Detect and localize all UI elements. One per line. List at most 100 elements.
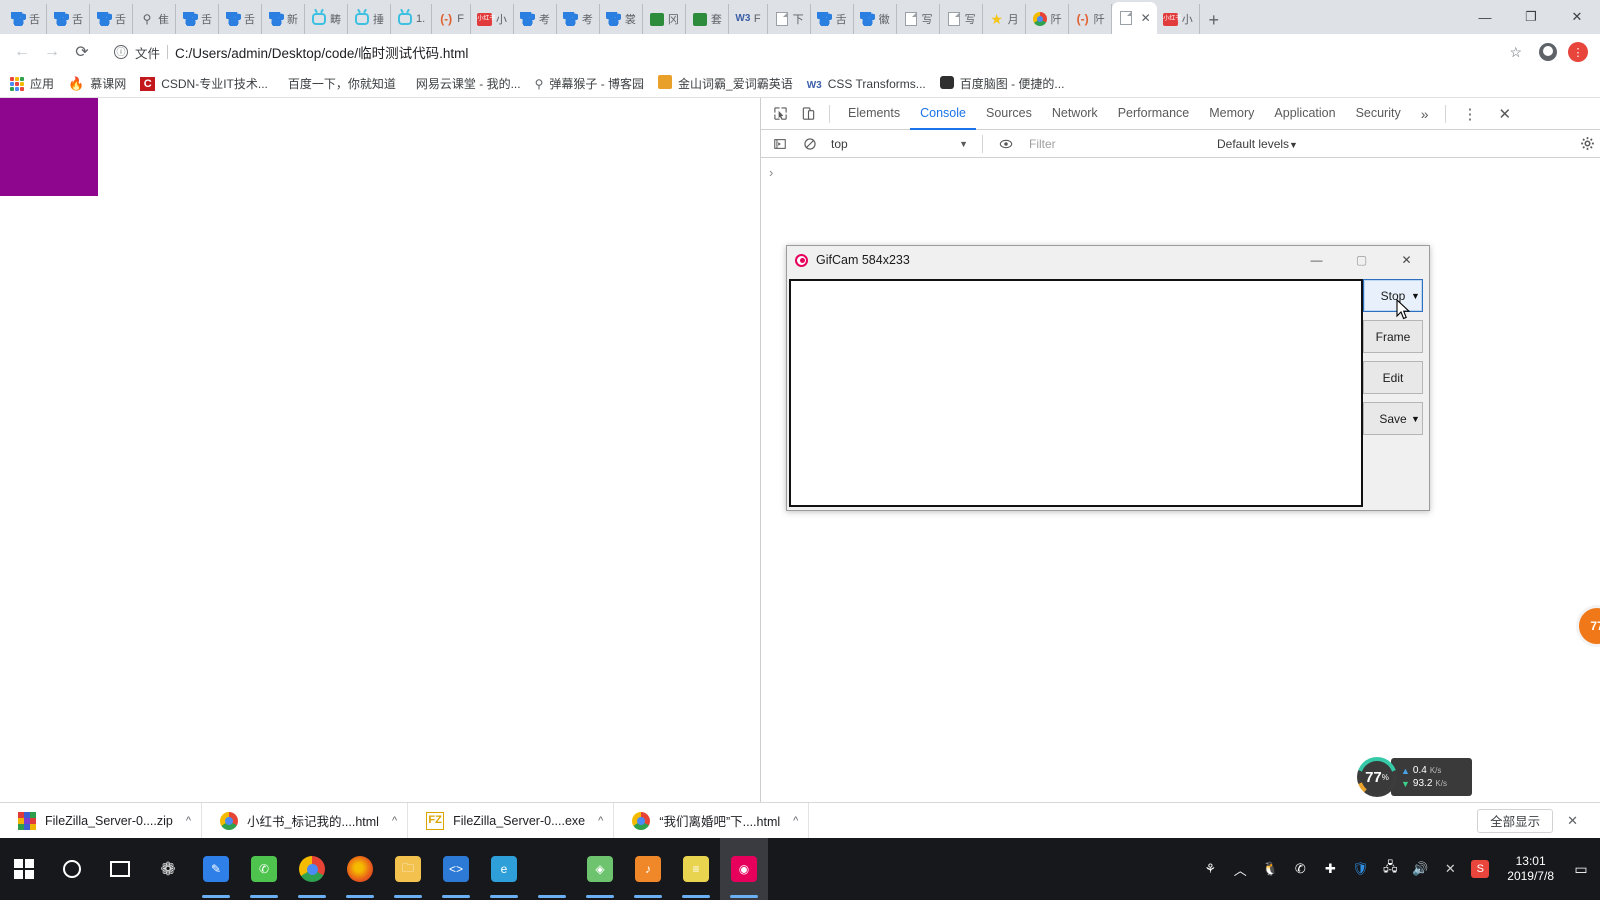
browser-tab[interactable]: 裳 bbox=[600, 4, 643, 34]
devtools-tab-sources[interactable]: Sources bbox=[976, 98, 1042, 130]
gifcam-minimize-button[interactable]: — bbox=[1294, 246, 1339, 274]
pen-input-icon[interactable]: ⚘ bbox=[1195, 838, 1225, 900]
profile-avatar[interactable] bbox=[1534, 38, 1562, 66]
browser-tab[interactable]: (-) F bbox=[432, 4, 471, 34]
devtools-tab-elements[interactable]: Elements bbox=[838, 98, 910, 130]
browser-tab[interactable]: 写 bbox=[897, 4, 940, 34]
taskbar-clock[interactable]: 13:01 2019/7/8 bbox=[1495, 854, 1566, 884]
gifcam-frame-button[interactable]: Frame bbox=[1363, 320, 1423, 353]
browser-tab[interactable]: 舌 bbox=[176, 4, 219, 34]
taskbar-notes-app-icon[interactable]: ≡ bbox=[672, 838, 720, 900]
browser-tab[interactable]: 冈 bbox=[643, 4, 686, 34]
settings-gear-icon[interactable] bbox=[1574, 131, 1600, 157]
download-item[interactable]: FileZilla_Server-0....zip ^ bbox=[0, 802, 202, 839]
browser-tab[interactable]: 畴 bbox=[305, 4, 348, 34]
network-icon[interactable]: 🖧 bbox=[1375, 838, 1405, 900]
new-tab-button[interactable]: + bbox=[1200, 6, 1228, 34]
taskbar-gifcam-icon[interactable]: ◉ bbox=[720, 838, 768, 900]
snipaste-icon[interactable]: S bbox=[1471, 860, 1490, 878]
gifcam-edit-button[interactable]: Edit bbox=[1363, 361, 1423, 394]
devtools-tab-network[interactable]: Network bbox=[1042, 98, 1108, 130]
download-menu-caret-icon[interactable]: ^ bbox=[793, 815, 798, 827]
clear-console-icon[interactable] bbox=[797, 131, 823, 157]
close-window-button[interactable]: ✕ bbox=[1554, 0, 1600, 34]
browser-tab[interactable]: ★ 月 bbox=[983, 4, 1026, 34]
execute-icon[interactable] bbox=[767, 131, 793, 157]
bookmark-star-icon[interactable]: ☆ bbox=[1509, 44, 1522, 61]
devtools-close-button[interactable]: ✕ bbox=[1489, 105, 1522, 123]
browser-tab[interactable]: 捶 bbox=[348, 4, 391, 34]
qq-icon[interactable]: 🐧 bbox=[1255, 838, 1285, 900]
log-levels-dropdown[interactable]: Default levels▼ bbox=[1217, 137, 1298, 151]
bookmark-item[interactable]: W3 CSS Transforms... bbox=[807, 77, 926, 91]
bookmark-item[interactable]: 百度一下，你就知道 bbox=[282, 75, 396, 92]
browser-tab[interactable]: W3 F bbox=[729, 4, 768, 34]
browser-tab[interactable]: 考 bbox=[514, 4, 557, 34]
device-toolbar-icon[interactable] bbox=[795, 101, 821, 127]
taskbar-design-app-icon[interactable]: ◈ bbox=[576, 838, 624, 900]
taskbar-vscode-icon[interactable]: <> bbox=[432, 838, 480, 900]
devtools-tab-performance[interactable]: Performance bbox=[1108, 98, 1200, 130]
gifcam-save-button[interactable]: Save ▼ bbox=[1363, 402, 1423, 435]
browser-tab[interactable]: 新 bbox=[262, 4, 305, 34]
chrome-menu-button[interactable]: ⋮ bbox=[1564, 38, 1592, 66]
download-menu-caret-icon[interactable]: ^ bbox=[598, 815, 603, 827]
devtools-tab-security[interactable]: Security bbox=[1346, 98, 1411, 130]
reload-button[interactable]: ⟳ bbox=[68, 38, 96, 66]
show-all-downloads-button[interactable]: 全部显示 bbox=[1477, 808, 1554, 833]
close-download-shelf-button[interactable]: ✕ bbox=[1559, 813, 1586, 829]
address-bar[interactable]: ⓘ 文件 C:/Users/admin/Desktop/code/临时测试代码.… bbox=[104, 39, 1532, 65]
minimize-window-button[interactable]: — bbox=[1462, 0, 1508, 34]
maximize-window-button[interactable]: ❐ bbox=[1508, 0, 1554, 34]
browser-tab[interactable]: 1. bbox=[391, 4, 433, 34]
task-view-button[interactable] bbox=[96, 838, 144, 900]
browser-tab[interactable]: 小红书小 bbox=[471, 4, 514, 34]
gifcam-close-button[interactable]: ✕ bbox=[1384, 246, 1429, 274]
windows-start-button[interactable] bbox=[0, 838, 48, 900]
browser-tab[interactable]: ✕ bbox=[1111, 2, 1157, 34]
taskbar-editor-icon[interactable]: ✎ bbox=[192, 838, 240, 900]
download-item[interactable]: FZ FileZilla_Server-0....exe ^ bbox=[408, 802, 615, 839]
close-tray-icon[interactable]: ✕ bbox=[1435, 838, 1465, 900]
bookmark-item[interactable]: C CSDN-专业IT技术... bbox=[140, 75, 268, 92]
taskbar-chrome-icon[interactable] bbox=[288, 838, 336, 900]
browser-tab[interactable]: 考 bbox=[557, 4, 600, 34]
browser-tab[interactable]: 阡 bbox=[1026, 4, 1069, 34]
gifcam-maximize-button[interactable]: ▢ bbox=[1339, 246, 1384, 274]
browser-tab[interactable]: 舌 bbox=[90, 4, 133, 34]
browser-tab[interactable]: ⚲ 隹 bbox=[133, 4, 176, 34]
live-expression-icon[interactable] bbox=[993, 131, 1019, 157]
browser-tab[interactable]: 舌 bbox=[4, 4, 47, 34]
bookmark-item[interactable]: 网易云课堂 - 我的... bbox=[410, 75, 521, 92]
browser-tab[interactable]: 舌 bbox=[47, 4, 90, 34]
browser-tab[interactable]: 舌 bbox=[219, 4, 262, 34]
browser-tab[interactable]: 徽 bbox=[854, 4, 897, 34]
taskbar-music-app-icon[interactable]: ♪ bbox=[624, 838, 672, 900]
back-button[interactable]: ← bbox=[8, 38, 36, 66]
inspect-element-icon[interactable] bbox=[767, 101, 793, 127]
wechat-tray-icon[interactable]: ✆ bbox=[1285, 838, 1315, 900]
execution-context-selector[interactable]: top ▼ bbox=[827, 134, 972, 154]
plus-tray-icon[interactable]: ✚ bbox=[1315, 838, 1345, 900]
download-item[interactable]: “我们离婚吧”下....html ^ bbox=[614, 802, 810, 839]
show-hidden-icons-icon[interactable]: ︿ bbox=[1225, 838, 1255, 900]
network-speed-widget[interactable]: 77% ▲ 0.4 K/s ▼ 93.2 K/s bbox=[1357, 757, 1472, 797]
volume-icon[interactable]: 🔊 bbox=[1405, 838, 1435, 900]
browser-tab[interactable]: (-) 阡 bbox=[1069, 4, 1112, 34]
gifcam-capture-area[interactable] bbox=[789, 279, 1363, 507]
bookmark-item[interactable]: 应用 bbox=[10, 75, 54, 92]
taskbar-wechat-icon[interactable]: ✆ bbox=[240, 838, 288, 900]
download-menu-caret-icon[interactable]: ^ bbox=[392, 815, 397, 827]
tab-close-icon[interactable]: ✕ bbox=[1141, 11, 1151, 25]
devtools-tab-application[interactable]: Application bbox=[1264, 98, 1345, 130]
download-menu-caret-icon[interactable]: ^ bbox=[186, 815, 191, 827]
taskbar-firefox-icon[interactable] bbox=[336, 838, 384, 900]
devtools-tab-console[interactable]: Console bbox=[910, 98, 976, 130]
taskbar-filezilla-icon[interactable] bbox=[528, 838, 576, 900]
browser-tab[interactable]: 写 bbox=[940, 4, 983, 34]
action-center-icon[interactable]: ▭ bbox=[1566, 838, 1596, 900]
tencent-shield-icon[interactable]: 🛡 bbox=[1345, 838, 1375, 900]
devtools-settings-menu-button[interactable]: ⋮ bbox=[1454, 105, 1487, 123]
bookmark-item[interactable]: 百度脑图 - 便捷的... bbox=[939, 75, 1064, 92]
browser-tab[interactable]: 小红书小 bbox=[1157, 4, 1200, 34]
